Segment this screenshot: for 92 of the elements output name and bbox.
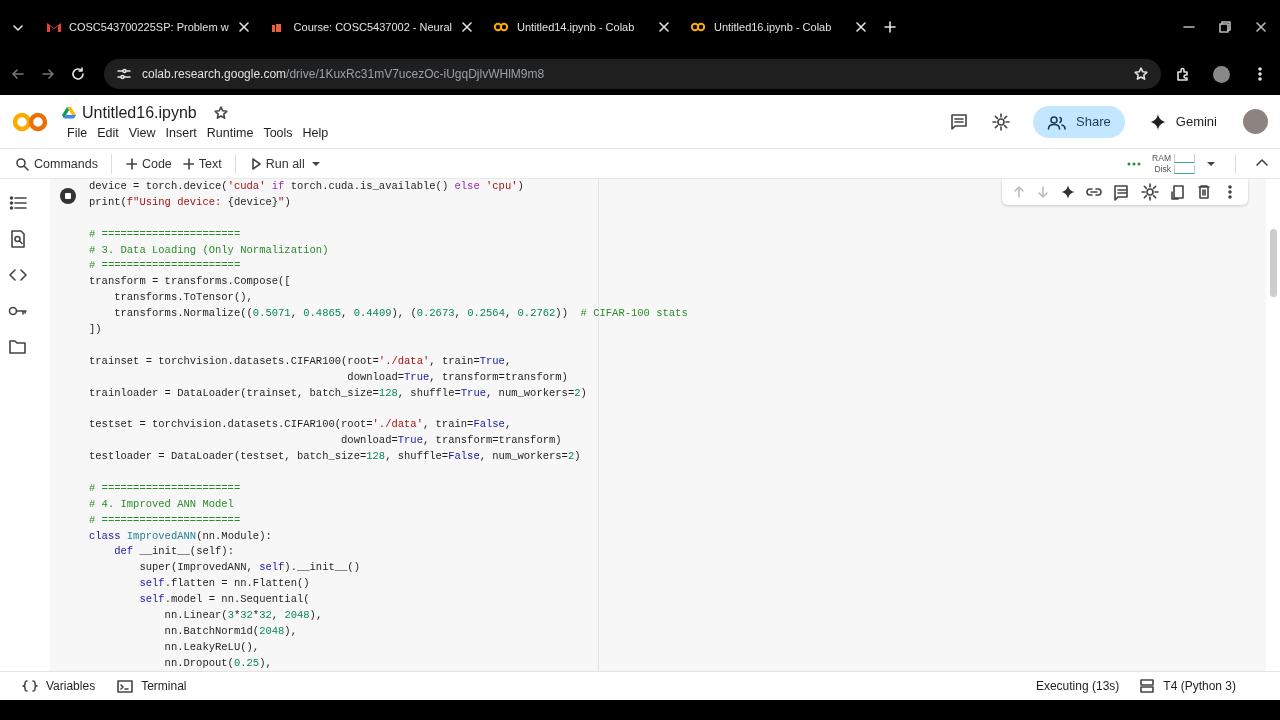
menu-item[interactable]: Runtime — [201, 125, 259, 140]
usage-meter — [1174, 164, 1195, 174]
profile-avatar[interactable] — [1213, 65, 1230, 83]
code-line: nn.Dropout(0.25), — [163, 655, 273, 671]
menu-item[interactable]: View — [123, 125, 161, 140]
forward-icon[interactable] — [40, 66, 56, 82]
restore-icon[interactable] — [1218, 19, 1232, 34]
menu-item[interactable]: File — [62, 125, 93, 140]
tab-title: Untitled16.ipynb - Colab — [713, 20, 833, 33]
code-line: trainset = torchvision.datasets.CIFAR100(root='./data', train=True, — [89, 353, 513, 369]
stop-button-icon[interactable] — [58, 187, 77, 205]
tab-title: COSC543700225SP: Problem w — [69, 20, 229, 33]
table-of-contents-icon[interactable] — [8, 194, 27, 212]
notebook-title[interactable]: Untitled16.ipynb — [82, 103, 197, 122]
menu-item[interactable]: Edit — [92, 125, 124, 140]
search-icon — [15, 156, 29, 171]
back-icon[interactable] — [10, 66, 26, 82]
close-icon[interactable] — [656, 19, 671, 34]
code-line: self.flatten = nn.Flatten() — [138, 576, 311, 592]
settings-icon[interactable] — [991, 111, 1012, 132]
add-code-button[interactable]: Code — [119, 156, 177, 171]
code-line: self.model = nn.Sequential( — [138, 592, 311, 608]
url-text: colab.research.google.com/drive/1KuxRc31mV7ucezOc-iUgqDjlvWHlM9m8 — [142, 67, 545, 81]
code-line: transforms.Normalize((0.5071, 0.4865, 0.4409), (0.2673, 0.2564, 0.2762)) # CIFAR-100 stats — [113, 306, 688, 322]
tab-title: Course: COSC5437002 - Neural — [293, 20, 452, 33]
busy-dots-icon — [1126, 160, 1143, 167]
address-bar[interactable]: colab.research.google.com/drive/1KuxRc31mV7ucezOc-iUgqDjlvWHlM9m8 — [104, 59, 1161, 89]
code-line: # ====================== — [89, 226, 242, 242]
plus-icon — [124, 156, 137, 171]
code-line: device = torch.device('cuda' if torch.cuda.is_available() else 'cpu') — [89, 179, 525, 194]
close-icon[interactable] — [853, 19, 868, 34]
code-line: download=True, transform=transform) — [346, 369, 569, 385]
close-icon[interactable] — [236, 19, 251, 34]
find-icon[interactable] — [8, 230, 27, 248]
gemini-button[interactable]: Gemini — [1142, 111, 1223, 132]
code-line: # ====================== — [89, 258, 242, 274]
new-tab-icon[interactable] — [882, 19, 897, 34]
code-line: testloader = DataLoader(testset, batch_size=128, shuffle=False, num_workers=2) — [89, 449, 582, 465]
settings-icon[interactable] — [1140, 182, 1160, 202]
code-line: transform = transforms.Compose([ — [89, 274, 292, 290]
extensions-icon[interactable] — [1175, 66, 1191, 82]
usage-meter — [1174, 153, 1195, 163]
code-line: def __init__(self): — [113, 544, 235, 560]
sparkle-icon[interactable] — [1060, 184, 1076, 200]
close-icon[interactable] — [459, 19, 474, 34]
code-line: print(f"Using device: {device}") — [89, 194, 292, 210]
colab-logo-icon — [12, 110, 48, 133]
resource-label: Disk — [1154, 164, 1171, 174]
delete-icon[interactable] — [1196, 184, 1212, 200]
menu-item[interactable]: Help — [297, 125, 334, 140]
comment-icon[interactable] — [1112, 183, 1130, 201]
variables-button[interactable]: Variables — [22, 679, 96, 693]
code-snippets-icon[interactable] — [8, 266, 27, 284]
code-line: testset = torchvision.datasets.CIFAR100(root='./data', train=False, — [89, 417, 513, 433]
execution-status: Executing (13s) — [1035, 679, 1120, 693]
code-line: nn.LeakyReLU(), — [163, 639, 261, 655]
code-line: ]) — [89, 322, 103, 337]
comment-icon[interactable] — [949, 111, 970, 132]
close-icon[interactable] — [1254, 19, 1268, 34]
folder-icon[interactable] — [8, 338, 27, 356]
code-line: nn.Linear(3*32*32, 2048), — [163, 608, 324, 624]
add-text-button[interactable]: Text — [176, 156, 227, 171]
star-icon[interactable] — [212, 104, 229, 121]
share-button[interactable]: Share — [1033, 105, 1125, 138]
scrollbar-thumb[interactable] — [1269, 229, 1277, 297]
tab-title: Untitled14.ipynb - Colab — [516, 20, 636, 33]
code-line: transforms.ToTensor(), — [113, 290, 254, 306]
server-icon — [1139, 678, 1156, 694]
reload-icon[interactable] — [70, 66, 86, 82]
commands-button[interactable]: Commands — [10, 156, 103, 171]
run-all-button[interactable]: Run all — [243, 156, 310, 171]
site-info-icon[interactable] — [116, 66, 132, 82]
code-line: # 3. Data Loading (Only Normalization) — [89, 242, 330, 258]
plus-icon — [181, 156, 194, 171]
code-line: download=True, transform=transform) — [340, 433, 563, 449]
code-line: trainloader = DataLoader(trainset, batch_size=128, shuffle=True, num_workers=2) — [89, 385, 588, 401]
terminal-button[interactable]: Terminal — [117, 678, 187, 694]
code-line: # ====================== — [89, 480, 242, 496]
user-avatar[interactable] — [1243, 109, 1268, 134]
resource-label: RAM — [1152, 153, 1171, 163]
bookmark-star-icon[interactable] — [1133, 66, 1149, 82]
code-line: # ====================== — [89, 512, 242, 528]
runtime-button[interactable]: T4 (Python 3) — [1139, 678, 1236, 694]
braces-icon — [22, 679, 38, 693]
menu-item[interactable]: Insert — [160, 125, 202, 140]
menu-item[interactable]: Tools — [258, 125, 298, 140]
drive-icon — [62, 106, 76, 119]
code-line: nn.BatchNorm1d(2048), — [163, 623, 298, 639]
code-line: # 4. Improved ANN Model — [89, 496, 235, 512]
code-line: class ImprovedANN(nn.Module): — [89, 528, 273, 544]
terminal-icon — [117, 678, 134, 694]
code-line: super(ImprovedANN, self).__init__() — [138, 560, 361, 576]
